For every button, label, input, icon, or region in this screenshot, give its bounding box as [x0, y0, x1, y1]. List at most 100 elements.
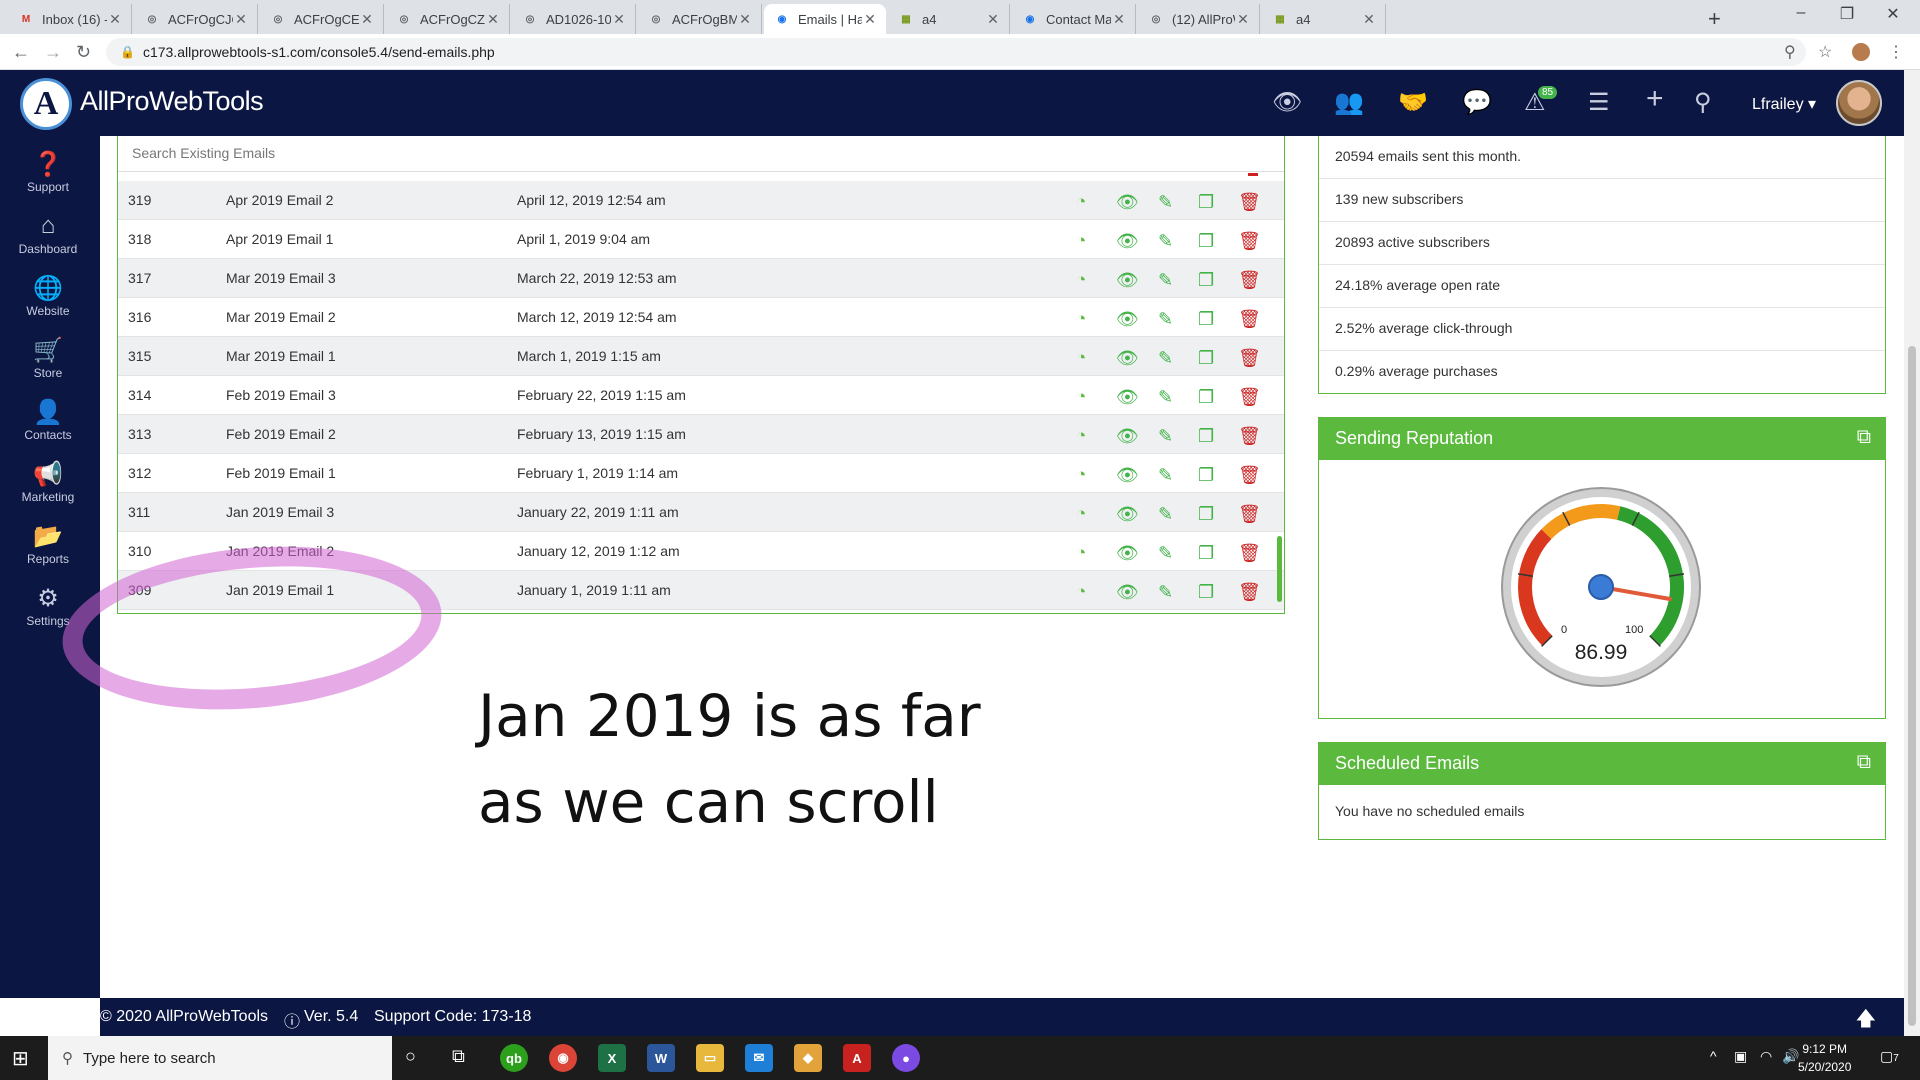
sidebar-item-store[interactable]: 🛒 Store [0, 336, 96, 380]
close-tab-icon[interactable]: ✕ [1361, 11, 1377, 28]
user-menu[interactable]: Lfrailey ▾ [1752, 94, 1816, 114]
sidebar-item-website[interactable]: 🌐 Website [0, 274, 96, 318]
schedule-clock-icon[interactable]: ◔ [1076, 192, 1086, 212]
close-window-button[interactable]: ✕ [1870, 4, 1916, 24]
delete-trash-icon[interactable]: 🗑 [1238, 504, 1261, 525]
edit-icon[interactable]: ✎ [1158, 504, 1173, 525]
delete-trash-icon[interactable]: 🗑 [1238, 426, 1261, 447]
bookmark-star-icon[interactable]: ☆ [1818, 42, 1832, 62]
browser-tab[interactable]: ◎ (12) AllProWebT✕ [1138, 4, 1260, 34]
browser-tab[interactable]: ◎ ACFrOgCEvRINE✕ [260, 4, 384, 34]
plus-icon[interactable]: + [1646, 82, 1664, 116]
schedule-clock-icon[interactable]: ◔ [1076, 543, 1086, 563]
new-tab-button[interactable]: + [1708, 6, 1721, 32]
schedule-clock-icon[interactable]: ◔ [1076, 426, 1086, 446]
close-tab-icon[interactable]: ✕ [862, 11, 878, 28]
schedule-clock-icon[interactable]: ◔ [1076, 387, 1086, 407]
cortana-icon[interactable]: ○ [405, 1046, 416, 1067]
sidebar-item-dashboard[interactable]: ⌂ Dashboard [0, 212, 96, 256]
copy-icon[interactable]: ❐ [1198, 465, 1214, 486]
acrobat-icon[interactable]: A [843, 1044, 871, 1072]
copy-icon[interactable]: ❐ [1198, 231, 1214, 252]
close-tab-icon[interactable]: ✕ [1235, 11, 1251, 28]
close-tab-icon[interactable]: ✕ [359, 11, 375, 28]
chrome-icon[interactable]: ◉ [549, 1044, 577, 1072]
task-view-icon[interactable]: ⧉ [452, 1046, 465, 1067]
table-row[interactable]: 316 Mar 2019 Email 2 March 12, 2019 12:54 … [118, 298, 1284, 337]
word-icon[interactable]: W [647, 1044, 675, 1072]
schedule-clock-icon[interactable]: ◔ [1076, 309, 1086, 329]
browser-tab[interactable]: ▦ a4 ✕ [1262, 4, 1386, 34]
view-eye-icon[interactable]: 👁 [1116, 270, 1139, 291]
edit-icon[interactable]: ✎ [1158, 465, 1173, 486]
table-row[interactable]: 318 Apr 2019 Email 1 April 1, 2019 9:04 am… [118, 220, 1284, 259]
external-link-icon[interactable]: ⧉ [1857, 426, 1871, 449]
chat-icon[interactable]: 💬 [1462, 88, 1492, 117]
view-eye-icon[interactable]: 👁 [1116, 192, 1139, 213]
browser-tab[interactable]: ◎ AD1026-1026Ap✕ [512, 4, 636, 34]
table-row[interactable]: 317 Mar 2019 Email 3 March 22, 2019 12:53 … [118, 259, 1284, 298]
delete-trash-icon[interactable]: 🗑 [1238, 270, 1261, 291]
package-icon[interactable]: ◆ [794, 1044, 822, 1072]
table-row[interactable]: 315 Mar 2019 Email 1 March 1, 2019 1:15 am… [118, 337, 1284, 376]
minimize-button[interactable]: – [1778, 4, 1824, 22]
schedule-clock-icon[interactable]: ◔ [1076, 504, 1086, 524]
delete-trash-icon[interactable]: 🗑 [1238, 348, 1261, 369]
browser-tab[interactable]: ◉ Emails | Hawaiian✕ [764, 4, 886, 34]
taskbar-clock[interactable]: 9:12 PM 5/20/2020 [1798, 1040, 1851, 1076]
edit-icon[interactable]: ✎ [1158, 270, 1173, 291]
copy-icon[interactable]: ❐ [1198, 543, 1214, 564]
edit-icon[interactable]: ✎ [1158, 426, 1173, 447]
schedule-clock-icon[interactable]: ◔ [1076, 348, 1086, 368]
copy-icon[interactable]: ❐ [1198, 270, 1214, 291]
page-scrollbar[interactable] [1904, 70, 1920, 1036]
delete-trash-icon[interactable]: 🗑 [1238, 543, 1261, 564]
sidebar-item-marketing[interactable]: 📢 Marketing [0, 460, 96, 504]
view-eye-icon[interactable]: 👁 [1116, 387, 1139, 408]
paint-drop-icon[interactable]: ● [892, 1044, 920, 1072]
edit-icon[interactable]: ✎ [1158, 387, 1173, 408]
sidebar-item-contacts[interactable]: 👤 Contacts [0, 398, 96, 442]
zoom-icon[interactable]: ⚲ [1784, 42, 1796, 62]
eye-icon[interactable]: 👁 [1272, 88, 1302, 117]
copy-icon[interactable]: ❐ [1198, 504, 1214, 525]
edit-icon[interactable]: ✎ [1158, 543, 1173, 564]
edit-icon[interactable]: ✎ [1158, 348, 1173, 369]
taskbar-search-input[interactable]: ⚲ Type here to search [48, 1036, 392, 1080]
tray-chevron-icon[interactable]: ^ [1710, 1048, 1717, 1064]
sidebar-item-reports[interactable]: 📂 Reports [0, 522, 96, 566]
search-icon[interactable]: ⚲ [1694, 88, 1712, 117]
copy-icon[interactable]: ❐ [1198, 426, 1214, 447]
edit-icon[interactable]: ✎ [1158, 309, 1173, 330]
view-eye-icon[interactable]: 👁 [1116, 348, 1139, 369]
close-tab-icon[interactable]: ✕ [233, 11, 249, 28]
page-scrollbar-thumb[interactable] [1908, 346, 1916, 1026]
info-icon[interactable]: ⓘ [284, 1008, 300, 1032]
close-tab-icon[interactable]: ✕ [1111, 11, 1127, 28]
file-explorer-icon[interactable]: ▭ [696, 1044, 724, 1072]
edit-icon[interactable]: ✎ [1158, 231, 1173, 252]
quickbooks-icon[interactable]: qb [500, 1044, 528, 1072]
forward-icon[interactable]: → [44, 42, 62, 63]
mail-icon[interactable]: ✉ [745, 1044, 773, 1072]
close-tab-icon[interactable]: ✕ [737, 11, 753, 28]
app-logo-icon[interactable]: A [20, 78, 72, 130]
table-row[interactable]: 311 Jan 2019 Email 3 January 22, 2019 1:11… [118, 493, 1284, 532]
close-tab-icon[interactable]: ✕ [611, 11, 627, 28]
tasks-list-icon[interactable]: ☰ [1588, 88, 1610, 117]
copy-icon[interactable]: ❐ [1198, 192, 1214, 213]
back-icon[interactable]: ← [12, 42, 30, 63]
users-icon[interactable]: 👥 [1334, 88, 1364, 117]
delete-trash-icon[interactable]: 🗑 [1238, 309, 1261, 330]
close-tab-icon[interactable]: ✕ [985, 11, 1001, 28]
external-link-icon[interactable]: ⧉ [1857, 751, 1871, 774]
close-tab-icon[interactable]: ✕ [485, 11, 501, 28]
volume-icon[interactable]: 🔊 [1782, 1048, 1799, 1065]
app-name[interactable]: AllProWebTools [80, 86, 264, 117]
view-eye-icon[interactable]: 👁 [1116, 426, 1139, 447]
schedule-clock-icon[interactable]: ◔ [1076, 465, 1086, 485]
copy-icon[interactable]: ❐ [1198, 582, 1214, 603]
edit-icon[interactable]: ✎ [1158, 192, 1173, 213]
view-eye-icon[interactable]: 👁 [1116, 582, 1139, 603]
tray-monitor-icon[interactable]: ▣ [1734, 1048, 1747, 1065]
